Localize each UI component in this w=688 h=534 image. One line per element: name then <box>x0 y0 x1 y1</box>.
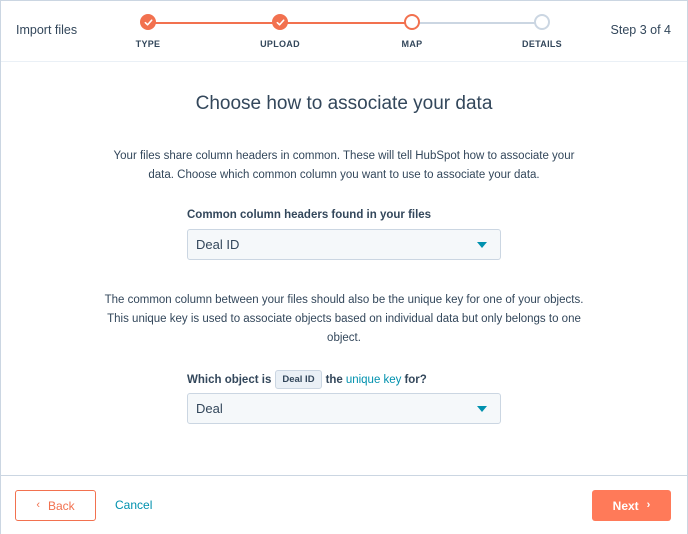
cancel-button[interactable]: Cancel <box>115 498 152 512</box>
section-title: Choose how to associate your data <box>195 93 493 114</box>
wizard-header: Import files TYPE UPLOAD MAP DETAILS Ste… <box>1 1 687 62</box>
wizard-footer: ‹ Back Cancel Next › <box>1 475 687 534</box>
intro-text: Your files share column headers in commo… <box>113 150 575 181</box>
common-column-select[interactable]: Deal ID <box>187 229 501 260</box>
object-label-middle: the <box>325 373 343 386</box>
chevron-right-icon: › <box>646 499 651 511</box>
page-title: Import files <box>16 23 78 37</box>
object-label-prefix: Which object is <box>187 373 272 386</box>
unique-key-link[interactable]: unique key <box>346 374 402 386</box>
step-type-check-icon <box>140 14 156 30</box>
object-label-suffix: for? <box>404 373 427 386</box>
step-label-map: MAP <box>401 39 423 49</box>
step-label-details: DETAILS <box>522 39 562 49</box>
explain-text: The common column between your files sho… <box>104 294 584 344</box>
progress-track-remaining <box>412 22 542 24</box>
chevron-down-icon <box>477 406 487 412</box>
object-field-label: Which object is Deal ID the unique key f… <box>187 370 427 389</box>
step-map-dot <box>404 14 420 30</box>
step-details-dot <box>534 14 550 30</box>
import-wizard: Import files TYPE UPLOAD MAP DETAILS Ste… <box>0 0 688 534</box>
step-upload-check-icon <box>272 14 288 30</box>
step-label-upload: UPLOAD <box>260 39 300 49</box>
next-label: Next <box>612 498 639 513</box>
back-label: Back <box>47 498 75 513</box>
chevron-down-icon <box>477 242 487 248</box>
step-label-type: TYPE <box>135 39 161 49</box>
object-select[interactable]: Deal <box>187 393 501 424</box>
chevron-left-icon: ‹ <box>36 499 40 511</box>
step-counter: Step 3 of 4 <box>610 23 671 37</box>
common-column-value: Deal ID <box>196 237 240 252</box>
back-button[interactable]: ‹ Back <box>15 490 96 521</box>
object-value: Deal <box>196 401 223 416</box>
column-tag: Deal ID <box>275 370 322 389</box>
column-field-label: Common column headers found in your file… <box>187 209 432 221</box>
next-button[interactable]: Next › <box>592 490 671 521</box>
